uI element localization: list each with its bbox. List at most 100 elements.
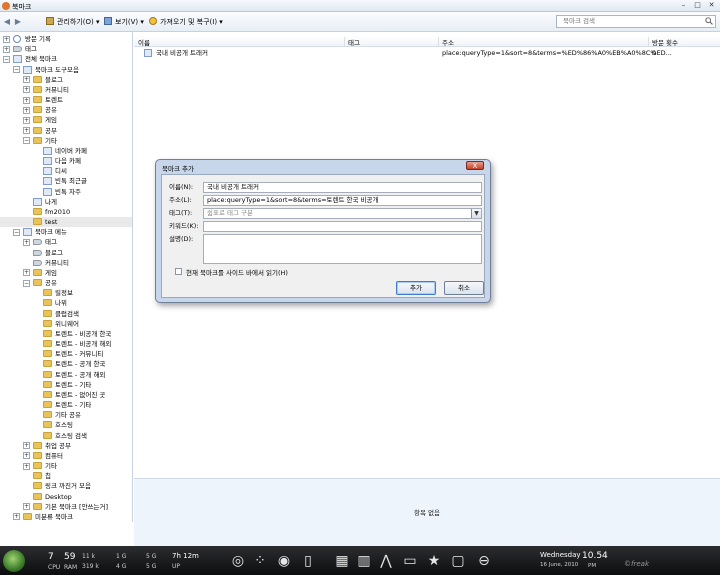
expand-icon[interactable]: + xyxy=(23,503,30,511)
sidebar-item[interactable]: + 게임 xyxy=(0,268,132,278)
expand-icon[interactable]: + xyxy=(23,106,30,114)
sidebar-item[interactable]: 토렌트 - 공개 해외 xyxy=(0,370,132,380)
start-orb-icon[interactable] xyxy=(3,550,25,572)
name-field[interactable]: 국내 비공개 트래커 xyxy=(203,182,482,193)
monitor-dock-icon[interactable]: ▭ xyxy=(402,553,418,569)
back-arrow-icon[interactable]: ◀ xyxy=(2,16,12,28)
sidebar-item[interactable]: 토렌트 - 기타 xyxy=(0,400,132,410)
file-dock-icon[interactable]: ▯ xyxy=(300,553,316,569)
ring-dock-icon[interactable]: ◎ xyxy=(230,553,246,569)
sidebar-item[interactable]: 기타 공유 xyxy=(0,410,132,420)
sidebar-item[interactable]: test xyxy=(0,217,132,228)
expand-icon[interactable]: + xyxy=(23,269,30,277)
dialog-close-button[interactable]: X xyxy=(466,161,484,170)
sidebar-item[interactable]: 호스팅 검색 xyxy=(0,431,132,441)
sidebar-item[interactable]: 호스팅 xyxy=(0,420,132,430)
description-textarea[interactable] xyxy=(203,234,482,264)
sidebar-item[interactable]: + 공유 xyxy=(0,105,132,115)
location-field[interactable]: place:queryType=1&sort=8&terms=토렌트 한국 비공… xyxy=(203,195,482,206)
sidebar-item[interactable]: 네이버 카페 xyxy=(0,146,132,156)
expand-icon[interactable]: + xyxy=(23,127,30,135)
sidebar-item[interactable]: + 기타 xyxy=(0,461,132,471)
expand-icon[interactable]: + xyxy=(23,116,30,124)
star-dock-icon[interactable]: ★ xyxy=(426,553,442,569)
expand-icon[interactable]: + xyxy=(23,76,30,84)
expand-icon[interactable]: + xyxy=(23,442,30,450)
minimize-button[interactable]: – xyxy=(678,1,689,10)
sidebar-item[interactable]: 커뮤니티 xyxy=(0,258,132,268)
sidebar-item[interactable]: + 커뮤니티 xyxy=(0,85,132,95)
sidebar-item[interactable]: 빈톡 최근글 xyxy=(0,176,132,186)
sidebar-item[interactable]: + 게임 xyxy=(0,115,132,125)
sidebar-item[interactable]: + 컴퓨터 xyxy=(0,451,132,461)
sidebar-item[interactable]: + 방문 기록 xyxy=(0,34,132,44)
sidebar-item[interactable]: + 태그 xyxy=(0,44,132,54)
import-backup-menu-button[interactable]: 가져오기 및 복구(I) ▾ xyxy=(149,16,223,28)
bookmark-tree-sidebar[interactable]: + 방문 기록 + 태그 − 전체 북마크 − 북마크 도구모음 + 블로그 + 커뮤니티 + 토렌트 + 공… xyxy=(0,32,133,522)
collapse-icon[interactable]: − xyxy=(23,279,30,287)
collapse-icon[interactable]: − xyxy=(13,228,20,236)
expand-icon[interactable]: + xyxy=(23,452,30,460)
collapse-icon[interactable]: − xyxy=(13,66,20,73)
launcher-dock-icon[interactable]: ⋀ xyxy=(378,553,394,569)
tags-field[interactable]: 쉼표로 태그 구분 ▼ xyxy=(203,208,482,219)
sidebar-item[interactable]: 클럽검색 xyxy=(0,309,132,319)
sidebar-load-checkbox[interactable] xyxy=(175,268,182,275)
sidebar-item[interactable]: 토렌트 - 커뮤니티 xyxy=(0,349,132,359)
sidebar-item[interactable]: + 태그 xyxy=(0,237,132,247)
sidebar-item[interactable]: 릴정보 xyxy=(0,288,132,298)
sidebar-item[interactable]: 위니웨어 xyxy=(0,319,132,329)
dots-dock-icon[interactable]: ⁘ xyxy=(252,553,268,569)
column-location[interactable]: 주소 xyxy=(442,37,454,47)
disk-dock-icon[interactable]: ⊖ xyxy=(476,553,492,569)
expand-icon[interactable]: + xyxy=(23,238,30,246)
expand-icon[interactable]: + xyxy=(3,35,10,43)
sidebar-item[interactable]: 나뮈 xyxy=(0,298,132,308)
sidebar-item[interactable]: + 취업 공부 xyxy=(0,441,132,451)
cancel-button[interactable]: 취소 xyxy=(444,281,484,295)
chrome-dock-icon[interactable]: ◉ xyxy=(276,553,292,569)
sidebar-item[interactable]: 토렌트 - 공개 한국 xyxy=(0,359,132,369)
sidebar-item[interactable]: + 미분류 북마크 xyxy=(0,512,132,522)
organize-menu-button[interactable]: 관리하기(O) ▾ xyxy=(46,16,99,28)
sidebar-item[interactable]: + 블로그 xyxy=(0,75,132,85)
sidebar-item[interactable]: + 토렌트 xyxy=(0,95,132,105)
sidebar-item[interactable]: + 기본 북마크 [안쓰는거] xyxy=(0,502,132,512)
sidebar-item[interactable]: 토렌트 - 비공개 한국 xyxy=(0,329,132,339)
forward-arrow-icon[interactable]: ▶ xyxy=(13,16,23,28)
list-item[interactable]: 국내 비공개 트래커 place:queryType=1&sort=8&term… xyxy=(134,48,720,58)
sidebar-item[interactable]: 나게 xyxy=(0,197,132,207)
views-menu-button[interactable]: 보기(V) ▾ xyxy=(104,16,144,28)
bookmark-search-input[interactable]: 북마크 검색 xyxy=(556,15,716,28)
sidebar-load-checkbox-label[interactable]: 현재 북마크를 사이드 바에서 읽기(H) xyxy=(186,267,288,277)
sidebar-item[interactable]: 링크 까진거 모음 xyxy=(0,481,132,491)
sidebar-item[interactable]: Desktop xyxy=(0,492,132,502)
sidebar-item[interactable]: 토렌트 - 없어진 곳 xyxy=(0,390,132,400)
column-name[interactable]: 이름 xyxy=(138,37,150,47)
close-button[interactable]: ✕ xyxy=(706,1,717,10)
expand-icon[interactable]: + xyxy=(3,45,10,53)
expand-icon[interactable]: + xyxy=(13,513,20,521)
sidebar-item[interactable]: − 북마크 메뉴 xyxy=(0,227,132,237)
maximize-button[interactable]: □ xyxy=(692,1,703,10)
sidebar-item[interactable]: − 공유 xyxy=(0,278,132,288)
sidebar-item[interactable]: 빈톡 자주 xyxy=(0,187,132,197)
add-button[interactable]: 추가 xyxy=(396,281,436,295)
screen-dock-icon[interactable]: ▢ xyxy=(450,553,466,569)
grid-dock-icon[interactable]: ▦ xyxy=(334,553,350,569)
sidebar-item[interactable]: − 북마크 도구모음 xyxy=(0,65,132,75)
collapse-icon[interactable]: − xyxy=(3,55,10,63)
keyword-field[interactable] xyxy=(203,221,482,232)
sidebar-item[interactable]: 토렌트 - 비공개 해외 xyxy=(0,339,132,349)
apps-dock-icon[interactable]: ▥ xyxy=(356,553,372,569)
sidebar-item[interactable]: − 전체 북마크 xyxy=(0,54,132,64)
collapse-icon[interactable]: − xyxy=(23,137,30,145)
expand-icon[interactable]: + xyxy=(23,96,30,104)
expand-icon[interactable]: + xyxy=(23,462,30,470)
sidebar-item[interactable]: fm2010 xyxy=(0,207,132,217)
sidebar-item[interactable]: 토렌트 - 기타 xyxy=(0,380,132,390)
sidebar-item[interactable]: 칩 xyxy=(0,471,132,481)
sidebar-item[interactable]: 디씨 xyxy=(0,166,132,176)
column-tags[interactable]: 태그 xyxy=(348,37,360,47)
tags-dropdown-button[interactable]: ▼ xyxy=(471,209,481,218)
